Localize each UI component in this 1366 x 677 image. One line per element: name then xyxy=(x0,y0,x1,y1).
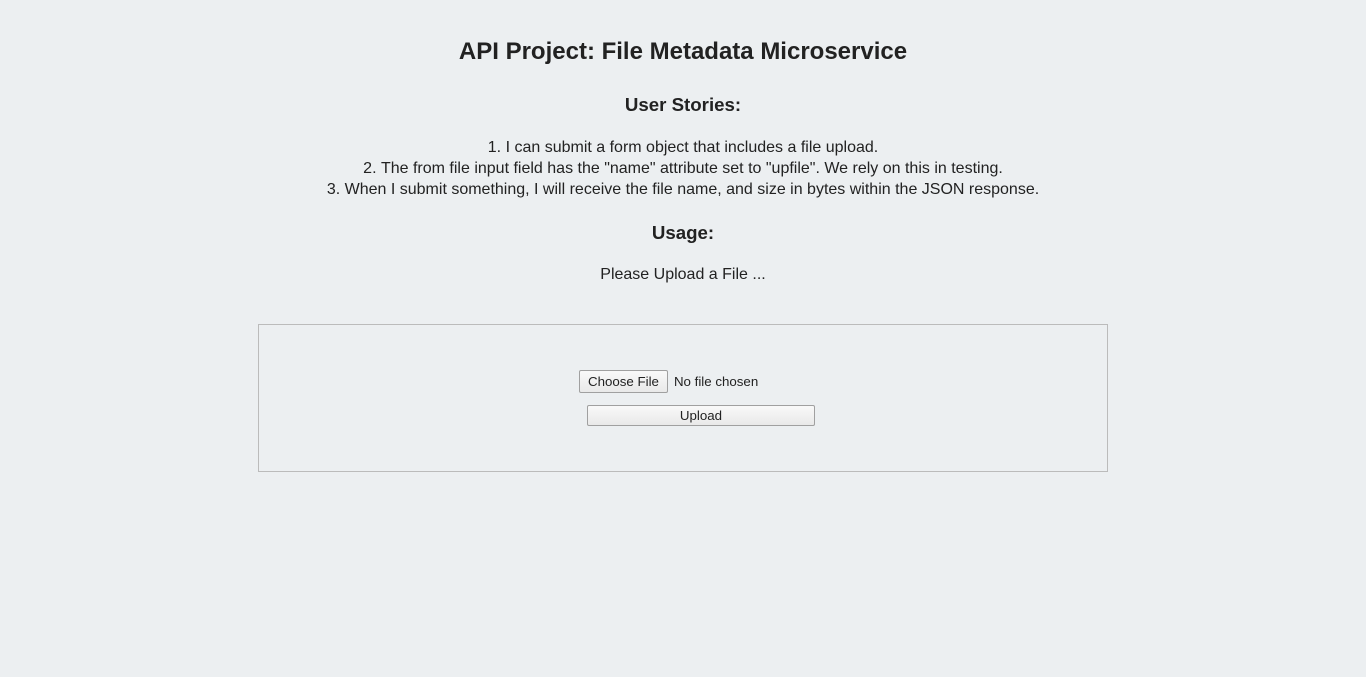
file-input-row: Choose File No file chosen xyxy=(579,370,1087,393)
user-story-item: I can submit a form object that includes… xyxy=(327,138,1039,159)
file-status-text: No file chosen xyxy=(674,374,758,389)
user-story-item: When I submit something, I will receive … xyxy=(327,180,1039,201)
usage-text: Please Upload a File ... xyxy=(0,266,1366,284)
upload-button[interactable]: Upload xyxy=(587,405,815,426)
user-stories-list: I can submit a form object that includes… xyxy=(327,138,1039,200)
user-story-item: The from file input field has the "name"… xyxy=(327,159,1039,180)
page-title: API Project: File Metadata Microservice xyxy=(0,38,1366,66)
upload-panel: Choose File No file chosen Upload xyxy=(258,324,1108,472)
choose-file-button[interactable]: Choose File xyxy=(579,370,668,393)
main-container: API Project: File Metadata Microservice … xyxy=(0,0,1366,472)
user-stories-heading: User Stories: xyxy=(0,94,1366,116)
usage-heading: Usage: xyxy=(0,222,1366,244)
upload-form: Choose File No file chosen Upload xyxy=(579,370,1087,426)
